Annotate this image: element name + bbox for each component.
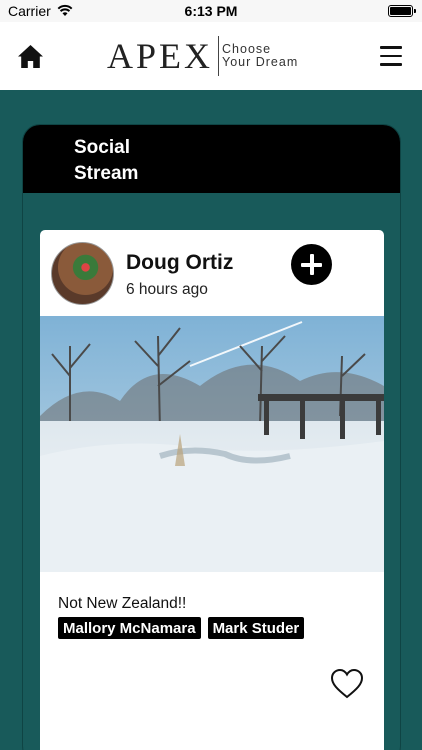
menu-icon[interactable] (380, 46, 402, 66)
post-card: Doug Ortiz 6 hours ago Not New Zealand!!… (40, 230, 384, 750)
social-stream-header: Social Stream (23, 125, 400, 193)
post-photo[interactable] (40, 316, 384, 572)
tagged-users: Mallory McNamara Mark Studer (58, 617, 305, 639)
author-name[interactable]: Doug Ortiz (126, 251, 233, 275)
title-line2: Stream (74, 163, 139, 184)
tag-mallory-mcnamara[interactable]: Mallory McNamara (58, 617, 201, 639)
social-stream-panel: Social Stream Doug Ortiz 6 hours ago Not… (22, 124, 401, 750)
avatar[interactable] (51, 242, 114, 305)
post-caption: Not New Zealand!! (58, 595, 187, 612)
apex-logo: APEX Choose Your Dream (107, 34, 298, 78)
logo-tagline-line2: Your Dream (222, 55, 299, 69)
add-icon[interactable] (291, 244, 332, 285)
home-icon[interactable] (17, 44, 44, 69)
battery-icon (388, 5, 416, 17)
heart-icon[interactable] (330, 668, 364, 700)
clock: 6:13 PM (184, 3, 238, 19)
tag-mark-studer[interactable]: Mark Studer (207, 617, 305, 639)
social-stream-title: Social Stream (74, 135, 154, 187)
post-timestamp: 6 hours ago (126, 281, 208, 298)
top-navbar: APEX Choose Your Dream (0, 22, 422, 90)
status-bar: Carrier 6:13 PM (0, 0, 422, 22)
logo-tagline: Choose Your Dream (222, 42, 299, 69)
logo-word: APEX (107, 36, 214, 76)
logo-divider (218, 36, 220, 76)
title-line1: Social (74, 137, 130, 158)
